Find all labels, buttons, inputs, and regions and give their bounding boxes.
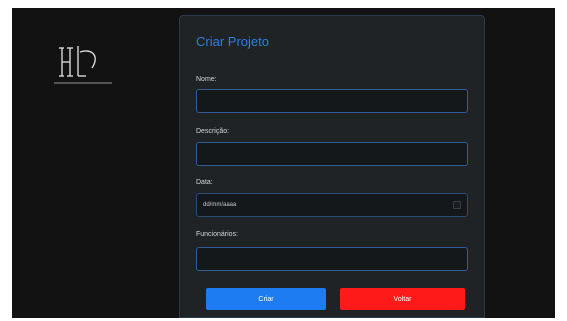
app-frame: Criar Projeto Nome: Descrição: Data: dd/… [12,8,555,318]
date-input[interactable]: dd/mm/aaaa [196,193,468,217]
calendar-icon[interactable] [453,201,461,209]
employees-label: Funcionários: [196,231,239,238]
date-label: Data: [196,179,213,186]
name-label: Nome: [196,76,217,83]
create-button[interactable]: Criar [206,288,326,310]
page-title: Criar Projeto [196,34,269,49]
brand-logo [52,38,114,90]
back-button[interactable]: Voltar [340,288,465,310]
date-value: dd/mm/aaaa [203,202,237,208]
name-input[interactable] [196,89,468,113]
employees-input[interactable] [196,247,468,271]
description-label: Descrição: [196,128,230,135]
description-input[interactable] [196,142,468,166]
create-project-card: Criar Projeto Nome: Descrição: Data: dd/… [179,15,485,318]
logo-caption [54,82,112,84]
hl-monogram-icon [59,46,96,77]
